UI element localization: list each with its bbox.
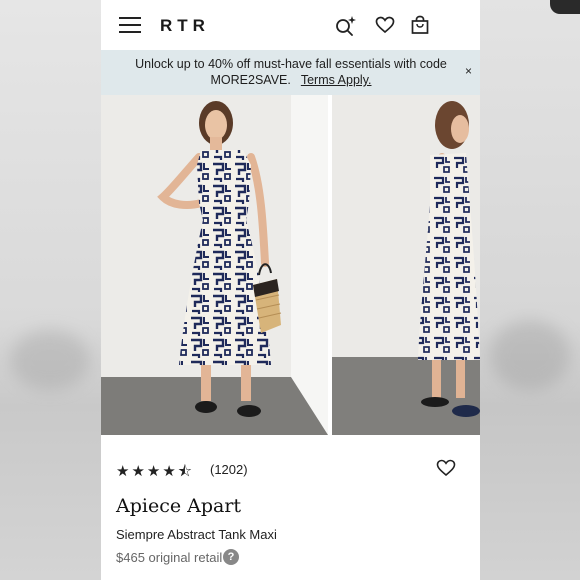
review-count[interactable]: (1202) (210, 462, 248, 477)
retail-price: $465 original retail (116, 550, 223, 565)
bag-icon[interactable] (410, 15, 430, 40)
side-view-photo[interactable] (332, 95, 480, 435)
top-header: RTR (101, 0, 480, 50)
favorite-heart-icon[interactable] (436, 459, 456, 482)
promo-text: Unlock up to 40% off must-have fall esse… (121, 56, 461, 88)
product-name: Siempre Abstract Tank Maxi (116, 527, 277, 542)
logo[interactable]: RTR (160, 16, 210, 36)
help-icon[interactable]: ? (223, 549, 239, 565)
background-blur (490, 320, 570, 390)
menu-icon[interactable] (119, 17, 141, 35)
star-rating: ★★★★⯪ (116, 463, 194, 480)
background-left (0, 0, 101, 580)
app-screen: RTR Unlock up to 40% off must-have fall … (101, 0, 480, 580)
background-right (480, 0, 580, 580)
heart-icon[interactable] (375, 16, 395, 39)
product-details: ★★★★⯪ (1202) Apiece Apart Siempre Abstra… (101, 435, 480, 580)
brand-name[interactable]: Apiece Apart (116, 495, 241, 517)
front-view-photo[interactable] (101, 95, 328, 435)
terms-link[interactable]: Terms Apply. (301, 73, 372, 87)
close-icon[interactable]: × (465, 64, 472, 78)
corner-shadow (550, 0, 580, 14)
background-blur (10, 330, 90, 390)
promo-banner: Unlock up to 40% off must-have fall esse… (101, 50, 480, 95)
search-sparkle-icon[interactable] (333, 14, 359, 41)
promo-message: Unlock up to 40% off must-have fall esse… (135, 57, 447, 87)
